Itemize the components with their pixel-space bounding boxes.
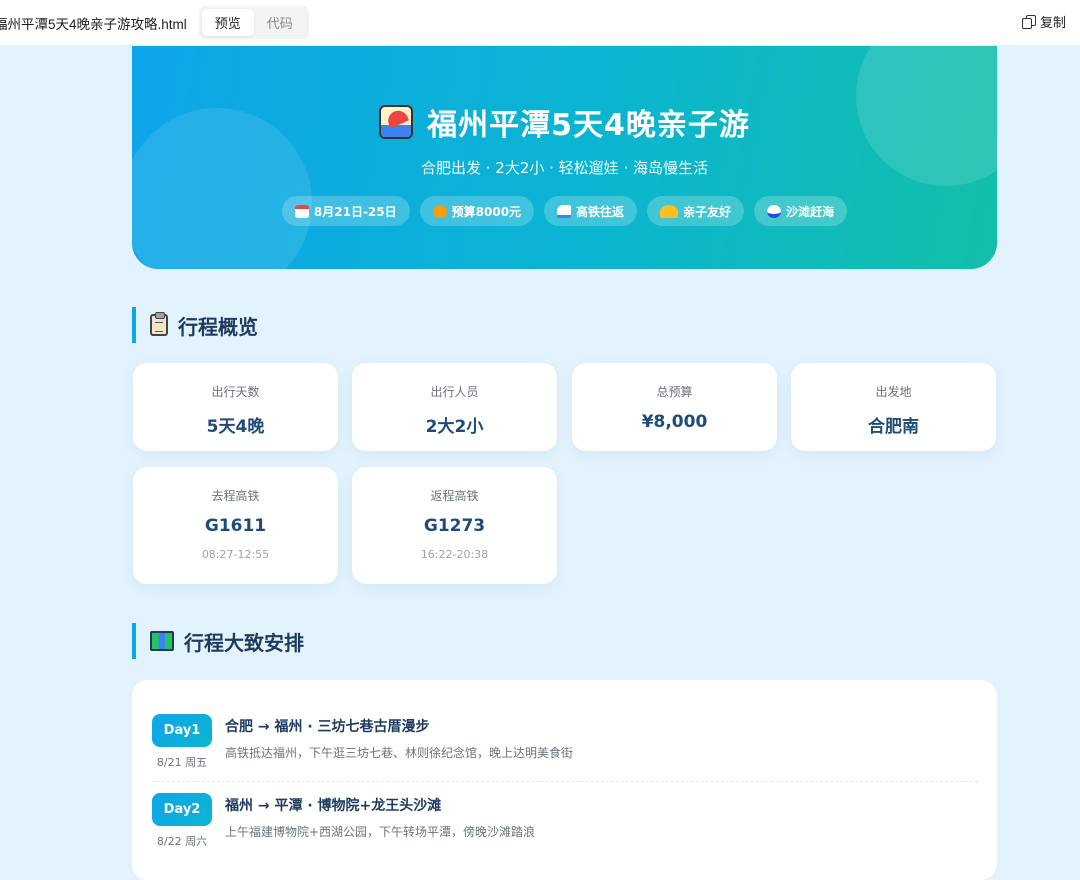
- tag-label: 沙滩赶海: [786, 204, 835, 219]
- card-label: 出行人员: [430, 385, 479, 399]
- day-badge: Day2: [152, 793, 212, 826]
- card-outbound-train: 去程高铁 G1611 08:27-12:55: [133, 467, 338, 584]
- card-note: 16:22-20:38: [420, 548, 489, 561]
- hero-title-text: 福州平潭5天4晚亲子游: [427, 108, 750, 143]
- section-title: 行程大致安排: [184, 630, 304, 655]
- map-icon: [150, 631, 174, 651]
- tag-label: 高铁往返: [576, 204, 625, 219]
- hero-banner: 福州平潭5天4晚亲子游 合肥出发 · 2大2小 · 轻松遛娃 · 海岛慢生活 8…: [132, 46, 997, 269]
- hero-title: 福州平潭5天4晚亲子游: [132, 100, 997, 144]
- hero-tags: 8月21日-25日 预算8000元 高铁往返 亲子友好 沙滩赶海: [132, 196, 997, 226]
- day-date: 8/21 周五: [156, 756, 208, 769]
- card-days: 出行天数 5天4晚: [133, 363, 338, 451]
- itinerary-list: Day1 8/21 周五 合肥 → 福州 · 三坊七巷古厝漫步 高铁抵达福州，下…: [132, 680, 997, 880]
- tag-label: 预算8000元: [451, 204, 522, 219]
- day-date: 8/22 周六: [156, 835, 208, 848]
- tag-beach: 沙滩赶海: [754, 196, 848, 226]
- section-title: 行程概览: [178, 314, 258, 339]
- card-budget: 总预算 ¥8,000: [572, 363, 777, 451]
- card-note: 08:27-12:55: [201, 548, 270, 561]
- divider: [152, 781, 978, 782]
- view-tabs: 预览 代码: [198, 6, 309, 39]
- card-value: 5天4晚: [206, 417, 265, 437]
- card-value: G1611: [204, 516, 267, 536]
- tag-dates: 8月21日-25日: [281, 196, 410, 226]
- list-item[interactable]: Day2 8/22 周六 福州 → 平潭 · 博物院+龙王头沙滩 上午福建博物院…: [152, 793, 978, 853]
- tag-train: 高铁往返: [544, 196, 638, 226]
- overview-heading: 行程概览: [132, 307, 258, 343]
- card-label: 出发地: [875, 385, 912, 399]
- card-value: ¥8,000: [641, 412, 708, 432]
- tag-family: 亲子友好: [647, 196, 745, 226]
- hero-subtitle: 合肥出发 · 2大2小 · 轻松遛娃 · 海岛慢生活: [420, 159, 708, 177]
- card-label: 出行天数: [211, 385, 260, 399]
- day-title: 合肥 → 福州 · 三坊七巷古厝漫步: [225, 719, 430, 735]
- list-item[interactable]: Day1 8/21 周五 合肥 → 福州 · 三坊七巷古厝漫步 高铁抵达福州，下…: [152, 714, 978, 774]
- money-bag-icon: [432, 204, 447, 218]
- tab-code[interactable]: 代码: [254, 9, 306, 36]
- itinerary-heading: 行程大致安排: [132, 623, 304, 659]
- card-value: 2大2小: [425, 417, 484, 437]
- card-value: 合肥南: [868, 417, 919, 437]
- day-desc: 高铁抵达福州，下午逛三坊七巷、林则徐纪念馆，晚上达明美食街: [225, 746, 574, 760]
- day-badge: Day1: [152, 714, 212, 747]
- copy-icon: [1021, 15, 1036, 29]
- train-icon: [557, 204, 572, 218]
- wave-icon: [767, 204, 782, 218]
- family-icon: [660, 204, 679, 218]
- card-label: 总预算: [656, 385, 693, 399]
- clipboard-icon: [150, 312, 168, 336]
- copy-label: 复制: [1039, 15, 1066, 30]
- card-origin: 出发地 合肥南: [791, 363, 996, 451]
- card-people: 出行人员 2大2小: [352, 363, 557, 451]
- beach-umbrella-icon: [379, 105, 414, 139]
- tag-budget: 预算8000元: [419, 196, 535, 226]
- tag-label: 亲子友好: [683, 204, 732, 219]
- file-title: 福州平潭5天4晚亲子游攻略.html: [0, 16, 187, 32]
- calendar-icon: [294, 204, 309, 218]
- tag-label: 8月21日-25日: [313, 204, 397, 219]
- day-title: 福州 → 平潭 · 博物院+龙王头沙滩: [225, 798, 442, 814]
- card-return-train: 返程高铁 G1273 16:22-20:38: [352, 467, 557, 584]
- card-value: G1273: [423, 516, 486, 536]
- card-label: 去程高铁: [211, 489, 260, 503]
- day-desc: 上午福建博物院+西湖公园，下午转场平潭，傍晚沙滩踏浪: [225, 825, 536, 839]
- tab-preview[interactable]: 预览: [201, 9, 254, 36]
- card-label: 返程高铁: [430, 489, 479, 503]
- top-bar: 福州平潭5天4晚亲子游攻略.html 预览 代码 复制: [0, 0, 1080, 46]
- copy-button[interactable]: 复制: [1021, 12, 1066, 31]
